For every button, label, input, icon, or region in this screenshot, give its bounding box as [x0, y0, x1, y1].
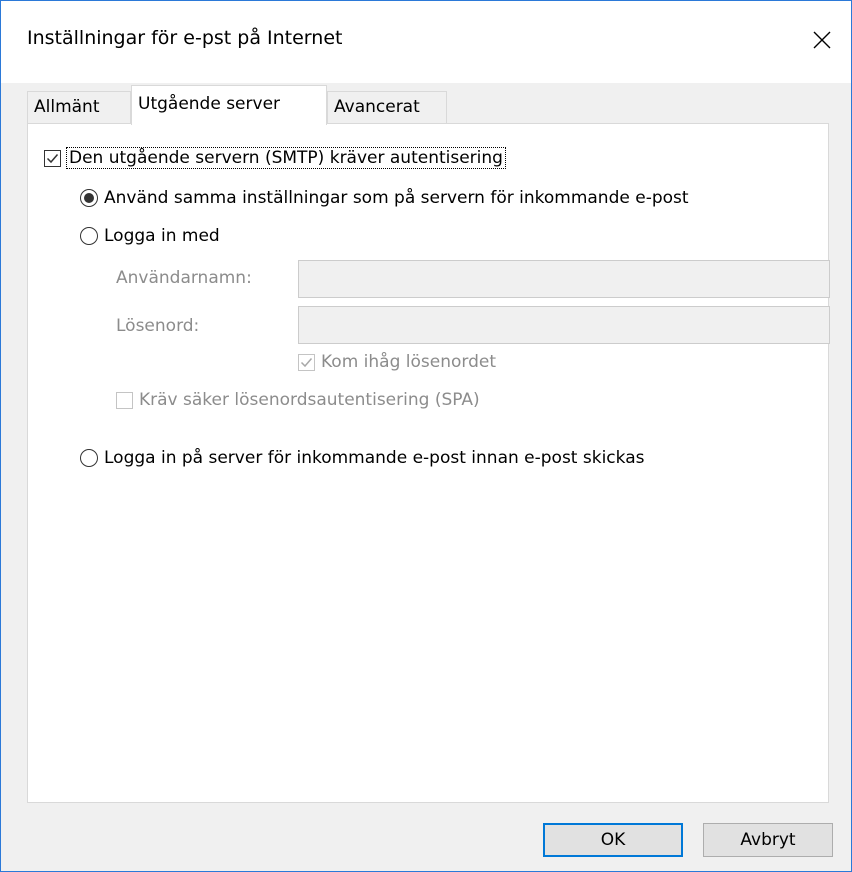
close-button[interactable]	[793, 1, 851, 79]
username-label: Användarnamn:	[116, 268, 252, 288]
radio-same-settings-row[interactable]: Använd samma inställningar som på server…	[80, 188, 689, 208]
tab-panel-outgoing-server: Den utgående servern (SMTP) kräver auten…	[27, 123, 830, 803]
spa-row[interactable]: Kräv säker lösenordsautentisering (SPA)	[116, 390, 480, 410]
radio-selected-dot	[84, 193, 94, 203]
radio-login-before-send-label: Logga in på server för inkommande e-post…	[104, 448, 645, 468]
dialog-title: Inställningar för e-pst på Internet	[27, 27, 343, 49]
tab-general[interactable]: Allmänt	[27, 91, 131, 123]
remember-password-checkbox[interactable]	[298, 353, 315, 371]
close-icon	[813, 31, 831, 49]
ok-button[interactable]: OK	[543, 823, 683, 857]
radio-login-with-label: Logga in med	[104, 226, 220, 246]
smtp-auth-label: Den utgående servern (SMTP) kräver auten…	[66, 147, 506, 169]
checkmark-icon	[46, 153, 59, 163]
password-label: Lösenord:	[116, 316, 200, 336]
title-bar: Inställningar för e-pst på Internet	[1, 1, 851, 83]
tab-outgoing-server[interactable]: Utgående server	[131, 85, 327, 125]
radio-same-settings[interactable]	[80, 189, 98, 207]
remember-password-label: Kom ihåg lösenordet	[321, 352, 496, 372]
radio-login-before-send-row[interactable]: Logga in på server för inkommande e-post…	[80, 448, 644, 468]
radio-login-before-send[interactable]	[80, 449, 98, 467]
username-input[interactable]	[298, 260, 830, 298]
dialog-window: Inställningar för e-pst på Internet Allm…	[0, 0, 852, 872]
smtp-auth-checkbox[interactable]	[44, 149, 61, 167]
remember-password-row[interactable]: Kom ihåg lösenordet	[298, 352, 496, 372]
radio-login-with-row[interactable]: Logga in med	[80, 226, 220, 246]
radio-same-settings-label: Använd samma inställningar som på server…	[104, 188, 689, 208]
password-input[interactable]	[298, 306, 830, 344]
smtp-auth-row[interactable]: Den utgående servern (SMTP) kräver auten…	[44, 147, 506, 169]
radio-login-with[interactable]	[80, 227, 98, 245]
checkmark-icon	[300, 357, 313, 367]
spa-checkbox[interactable]	[116, 391, 133, 409]
spa-label: Kräv säker lösenordsautentisering (SPA)	[139, 390, 480, 410]
tab-advanced[interactable]: Avancerat	[327, 91, 447, 123]
cancel-button[interactable]: Avbryt	[703, 823, 833, 857]
